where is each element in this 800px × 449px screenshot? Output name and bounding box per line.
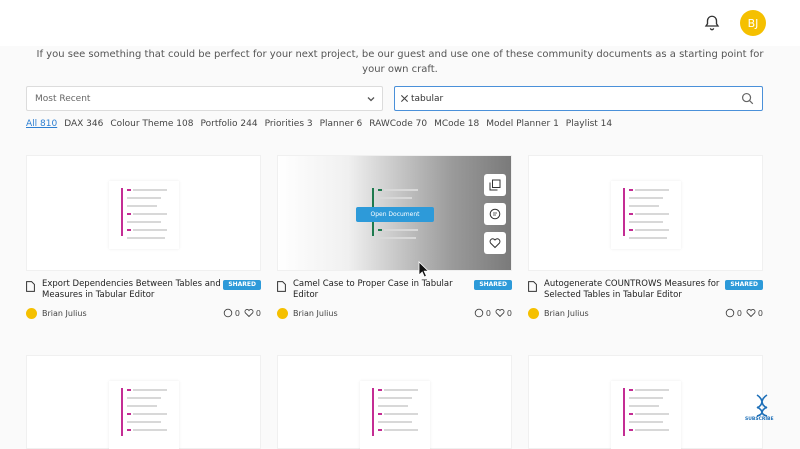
filter-colour-theme[interactable]: Colour Theme 108 xyxy=(110,119,193,133)
document-card[interactable]: Autogenerate COUNTROWS Measures for Sele… xyxy=(528,155,763,325)
document-title[interactable]: Export Dependencies Between Tables and M… xyxy=(42,279,222,301)
filter-model-planner[interactable]: Model Planner 1 xyxy=(486,119,559,133)
author-name[interactable]: Brian Julius xyxy=(544,309,589,318)
subscribe-label: SUBSCRIBE xyxy=(745,417,774,422)
document-thumbnail[interactable] xyxy=(26,155,261,271)
document-preview-icon xyxy=(611,381,681,449)
sort-select[interactable]: Most Recent xyxy=(26,86,383,111)
comment-count: 0 xyxy=(234,308,240,318)
filter-planner[interactable]: Planner 6 xyxy=(320,119,363,133)
search-value: tabular xyxy=(411,94,444,104)
file-icon xyxy=(26,281,35,292)
heart-icon[interactable] xyxy=(495,308,505,318)
comment-icon[interactable] xyxy=(474,308,484,318)
document-card[interactable]: Open Document Camel Case to Proper Case … xyxy=(277,155,512,325)
clear-icon[interactable] xyxy=(400,94,409,103)
heart-icon[interactable] xyxy=(244,308,254,318)
shared-badge: SHARED xyxy=(223,280,261,290)
author-name[interactable]: Brian Julius xyxy=(42,309,87,318)
open-document-button[interactable]: Open Document xyxy=(356,207,434,222)
author-avatar xyxy=(26,308,37,319)
document-card[interactable]: Export Dependencies Between Tables and M… xyxy=(26,155,261,325)
shared-badge: SHARED xyxy=(725,280,763,290)
top-bar: BJ xyxy=(0,0,800,46)
document-card[interactable] xyxy=(528,355,763,449)
bell-icon[interactable] xyxy=(703,14,721,32)
dna-icon xyxy=(756,394,768,417)
document-preview-icon xyxy=(109,181,179,249)
document-preview-icon xyxy=(360,381,430,449)
comment-count: 0 xyxy=(485,308,491,318)
document-thumbnail[interactable] xyxy=(528,355,763,449)
document-title[interactable]: Autogenerate COUNTROWS Measures for Sele… xyxy=(544,279,724,301)
mouse-cursor-icon xyxy=(418,261,430,278)
comment-icon[interactable] xyxy=(223,308,233,318)
document-thumbnail[interactable] xyxy=(26,355,261,449)
comment-icon[interactable] xyxy=(725,308,735,318)
document-preview-icon xyxy=(611,181,681,249)
chevron-down-icon xyxy=(367,97,375,102)
document-thumbnail[interactable] xyxy=(277,355,512,449)
comment-count: 0 xyxy=(736,308,742,318)
document-title[interactable]: Camel Case to Proper Case in Tabular Edi… xyxy=(293,279,473,301)
copy-icon xyxy=(489,179,501,191)
author-avatar xyxy=(277,308,288,319)
document-card[interactable] xyxy=(277,355,512,449)
filter-dax[interactable]: DAX 346 xyxy=(64,119,103,133)
intro-text: If you see something that could be perfe… xyxy=(36,49,764,75)
document-card[interactable] xyxy=(26,355,261,449)
search-input[interactable]: tabular xyxy=(394,86,763,111)
author-avatar xyxy=(528,308,539,319)
shared-badge: SHARED xyxy=(474,280,512,290)
author-name[interactable]: Brian Julius xyxy=(293,309,338,318)
like-count: 0 xyxy=(255,308,261,318)
category-filters: All 810 DAX 346 Colour Theme 108 Portfol… xyxy=(26,119,619,133)
file-icon xyxy=(528,281,537,292)
heart-icon[interactable] xyxy=(746,308,756,318)
heart-icon xyxy=(489,238,501,249)
search-icon[interactable] xyxy=(741,92,754,105)
document-thumbnail[interactable] xyxy=(528,155,763,271)
document-thumbnail[interactable]: Open Document xyxy=(277,155,512,278)
filter-all[interactable]: All 810 xyxy=(26,119,57,133)
comment-button[interactable] xyxy=(484,203,506,225)
chat-icon xyxy=(489,208,501,220)
filter-portfolio[interactable]: Portfolio 244 xyxy=(201,119,258,133)
like-count: 0 xyxy=(757,308,763,318)
document-preview-icon xyxy=(109,381,179,449)
user-avatar[interactable]: BJ xyxy=(740,10,766,36)
filter-rawcode[interactable]: RAWCode 70 xyxy=(369,119,427,133)
sort-select-value: Most Recent xyxy=(35,94,91,104)
filter-priorities[interactable]: Priorities 3 xyxy=(265,119,313,133)
file-icon xyxy=(277,281,286,292)
like-count: 0 xyxy=(506,308,512,318)
filter-mcode[interactable]: MCode 18 xyxy=(434,119,479,133)
subscribe-button[interactable]: SUBSCRIBE xyxy=(745,393,781,429)
filter-playlist[interactable]: Playlist 14 xyxy=(566,119,612,133)
favorite-button[interactable] xyxy=(484,232,506,254)
duplicate-button[interactable] xyxy=(484,174,506,196)
